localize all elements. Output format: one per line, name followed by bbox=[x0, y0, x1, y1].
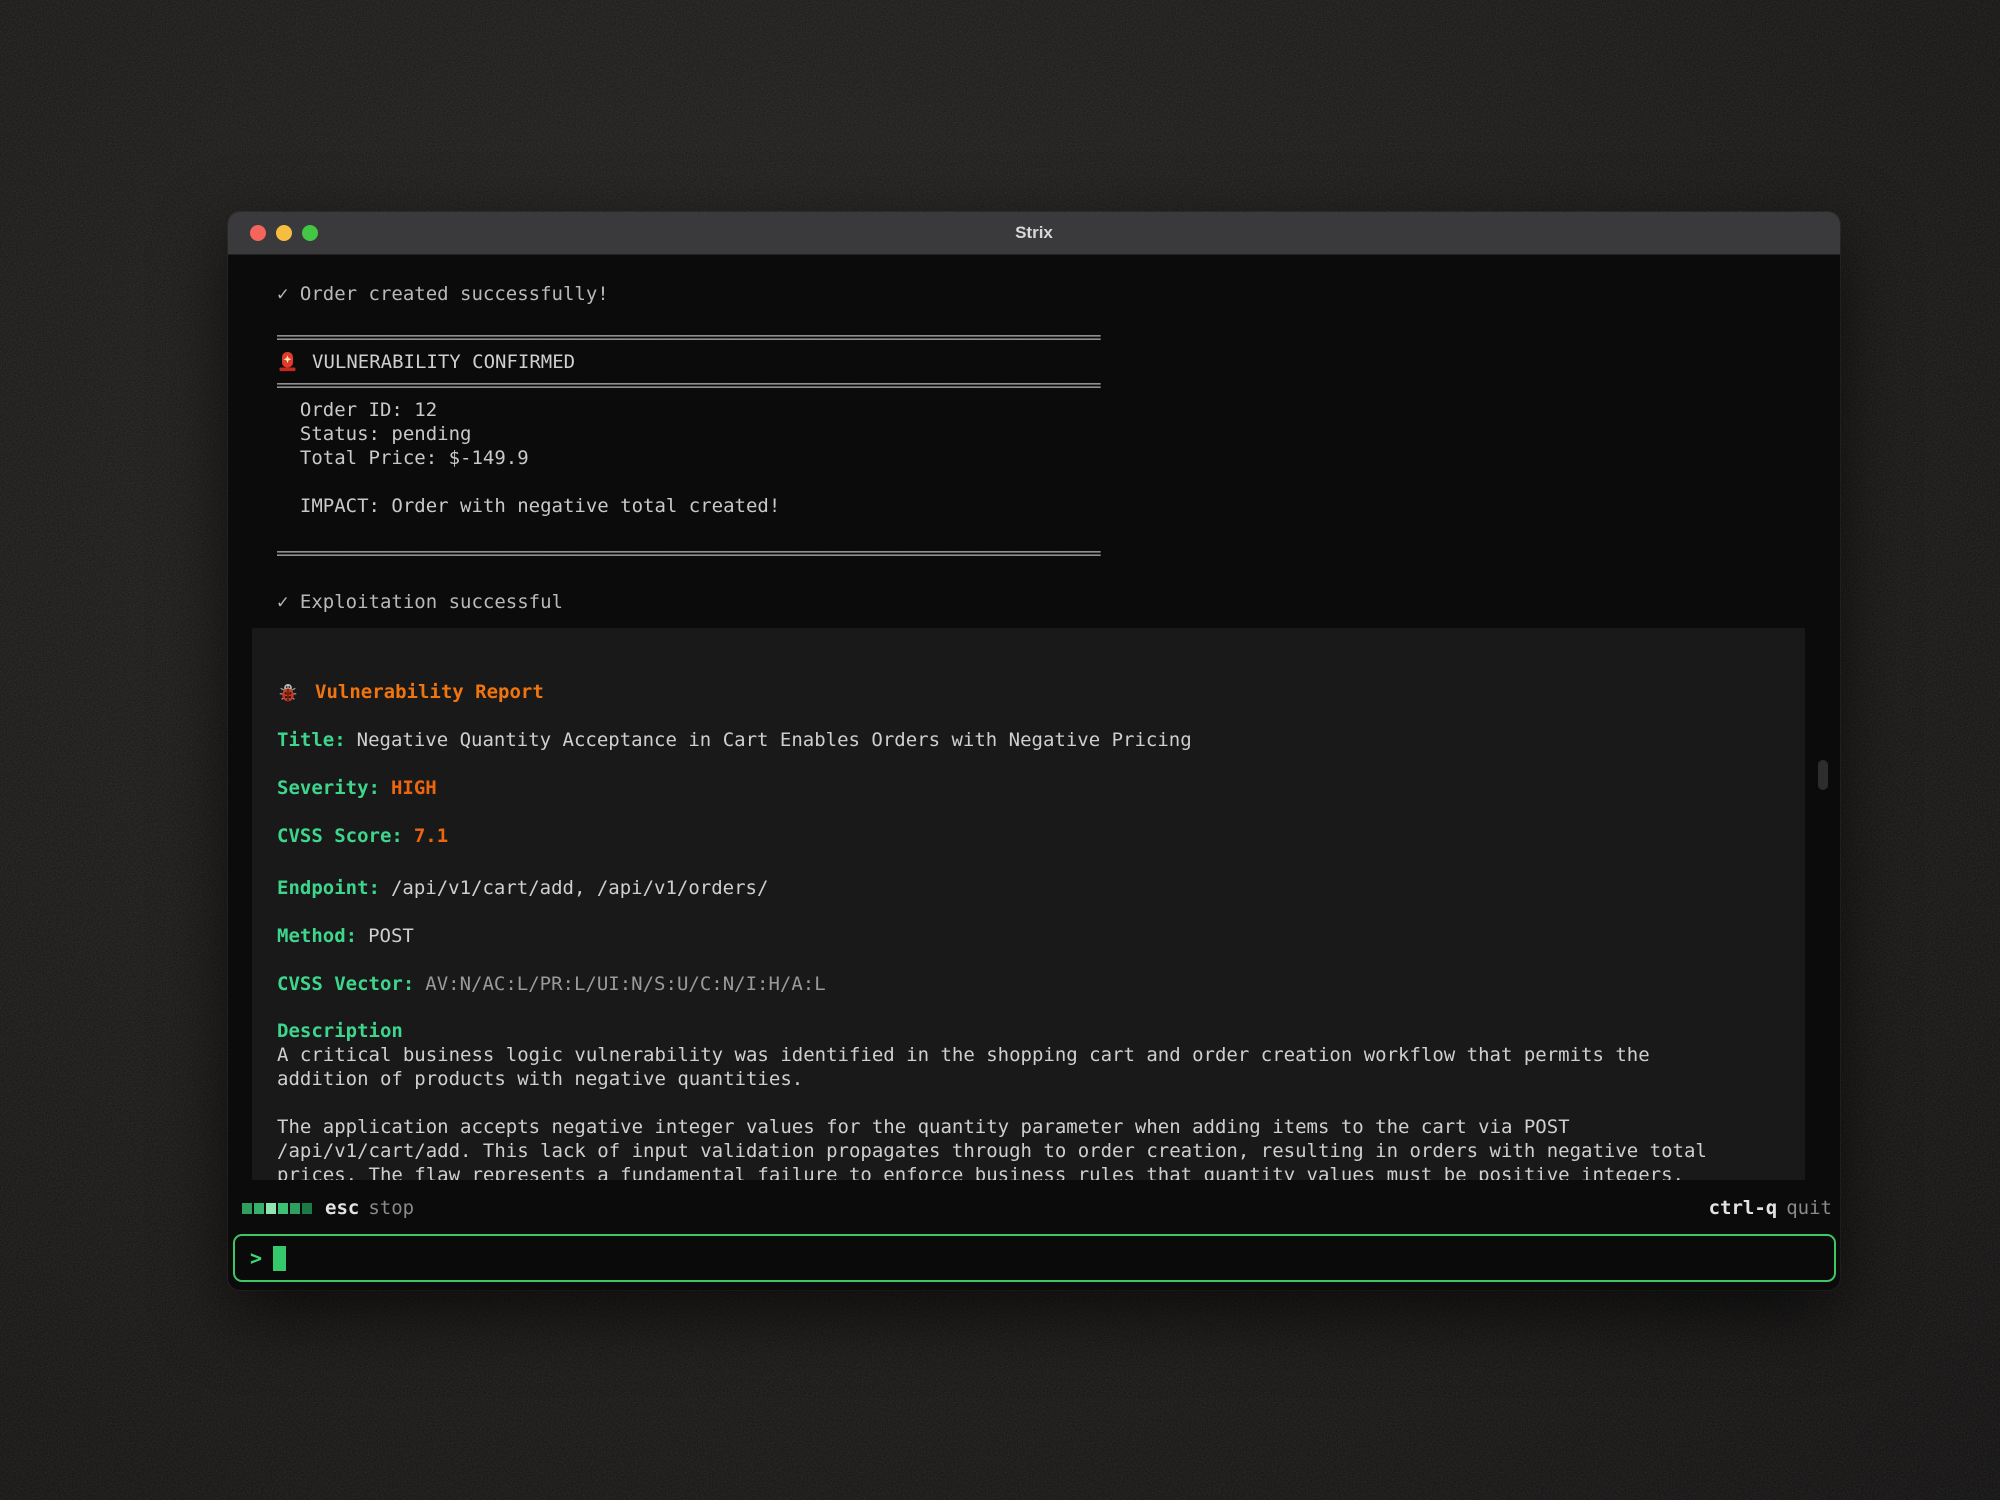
cvss-vector-label: CVSS Vector: bbox=[277, 973, 414, 995]
separator-top: ════════════════════════════════════════… bbox=[277, 326, 1810, 350]
endpoint-value: /api/v1/cart/add, /api/v1/orders/ bbox=[391, 877, 769, 899]
report-header: Vulnerability Report bbox=[277, 680, 1781, 704]
report-row-method: Method: POST bbox=[277, 924, 1781, 948]
status-bar: esc stop ctrl-q quit bbox=[242, 1196, 1832, 1220]
spinner-block bbox=[242, 1203, 252, 1214]
vulnerability-confirmed-heading: VULNERABILITY CONFIRMED bbox=[277, 350, 1810, 374]
titlebar: Strix bbox=[228, 212, 1840, 255]
siren-icon bbox=[277, 350, 298, 374]
impact-line: IMPACT: Order with negative total create… bbox=[277, 494, 1810, 518]
minimize-button[interactable] bbox=[276, 225, 292, 241]
cvss-score-value: 7.1 bbox=[414, 825, 448, 847]
zoom-button[interactable] bbox=[302, 225, 318, 241]
severity-value: HIGH bbox=[391, 777, 437, 799]
window-title: Strix bbox=[1015, 223, 1053, 243]
text-cursor bbox=[273, 1246, 286, 1271]
severity-label: Severity: bbox=[277, 777, 380, 799]
bug-icon bbox=[277, 681, 299, 703]
exploitation-successful-line: ✓ Exploitation successful bbox=[277, 590, 1810, 614]
description-paragraph-1: A critical business logic vulnerability … bbox=[277, 1043, 1781, 1091]
report-row-endpoint: Endpoint: /api/v1/cart/add, /api/v1/order… bbox=[277, 876, 1781, 900]
scrollbar-thumb[interactable] bbox=[1818, 760, 1828, 790]
endpoint-label: Endpoint: bbox=[277, 877, 380, 899]
traffic-lights bbox=[250, 212, 318, 254]
order-created-line: ✓ Order created successfully! bbox=[277, 282, 1810, 306]
description-heading: Description bbox=[277, 1019, 1781, 1043]
report-row-title: Title: Negative Quantity Acceptance in Ca… bbox=[277, 728, 1781, 752]
spinner-indicator bbox=[242, 1203, 312, 1214]
report-row-cvss-vector: CVSS Vector: AV:N/AC:L/PR:L/UI:N/S:U/C:N/… bbox=[277, 972, 1781, 996]
order-details: Order ID: 12 Status: pending Total Price… bbox=[277, 398, 1810, 470]
vulnerability-confirmed-text: VULNERABILITY CONFIRMED bbox=[312, 350, 575, 374]
spinner-block bbox=[302, 1203, 312, 1214]
ctrl-q-key-hint: ctrl-q bbox=[1709, 1196, 1778, 1220]
report-row-severity: Severity: HIGH bbox=[277, 776, 1781, 800]
cvss-score-label: CVSS Score: bbox=[277, 825, 403, 847]
input-prompt: > bbox=[250, 1246, 262, 1270]
close-button[interactable] bbox=[250, 225, 266, 241]
method-label: Method: bbox=[277, 925, 357, 947]
terminal-window: Strix ✓ Order created successfully! ════… bbox=[228, 212, 1840, 1290]
terminal-output: ✓ Order created successfully! ══════════… bbox=[228, 255, 1840, 1180]
vulnerability-report-panel: Vulnerability Report Title: Negative Quan… bbox=[252, 628, 1805, 1180]
method-value: POST bbox=[368, 925, 414, 947]
separator-mid: ════════════════════════════════════════… bbox=[277, 374, 1810, 398]
title-label: Title: bbox=[277, 729, 346, 751]
separator-bottom: ════════════════════════════════════════… bbox=[277, 542, 1810, 566]
title-value: Negative Quantity Acceptance in Cart Ena… bbox=[357, 729, 1192, 751]
spinner-block bbox=[266, 1203, 276, 1214]
command-input[interactable]: > bbox=[233, 1234, 1836, 1282]
report-row-cvss-score: CVSS Score: 7.1 bbox=[277, 824, 1781, 848]
esc-key-hint: esc bbox=[325, 1196, 359, 1220]
spinner-block bbox=[254, 1203, 264, 1214]
spinner-block bbox=[278, 1203, 288, 1214]
cvss-vector-value: AV:N/AC:L/PR:L/UI:N/S:U/C:N/I:H/A:L bbox=[425, 973, 825, 995]
description-paragraph-2: The application accepts negative integer… bbox=[277, 1115, 1781, 1180]
quit-action-label: quit bbox=[1786, 1196, 1832, 1220]
esc-action-label: stop bbox=[368, 1196, 414, 1220]
spinner-block bbox=[290, 1203, 300, 1214]
report-title: Vulnerability Report bbox=[315, 680, 544, 704]
quit-hint: ctrl-q quit bbox=[1709, 1196, 1832, 1220]
